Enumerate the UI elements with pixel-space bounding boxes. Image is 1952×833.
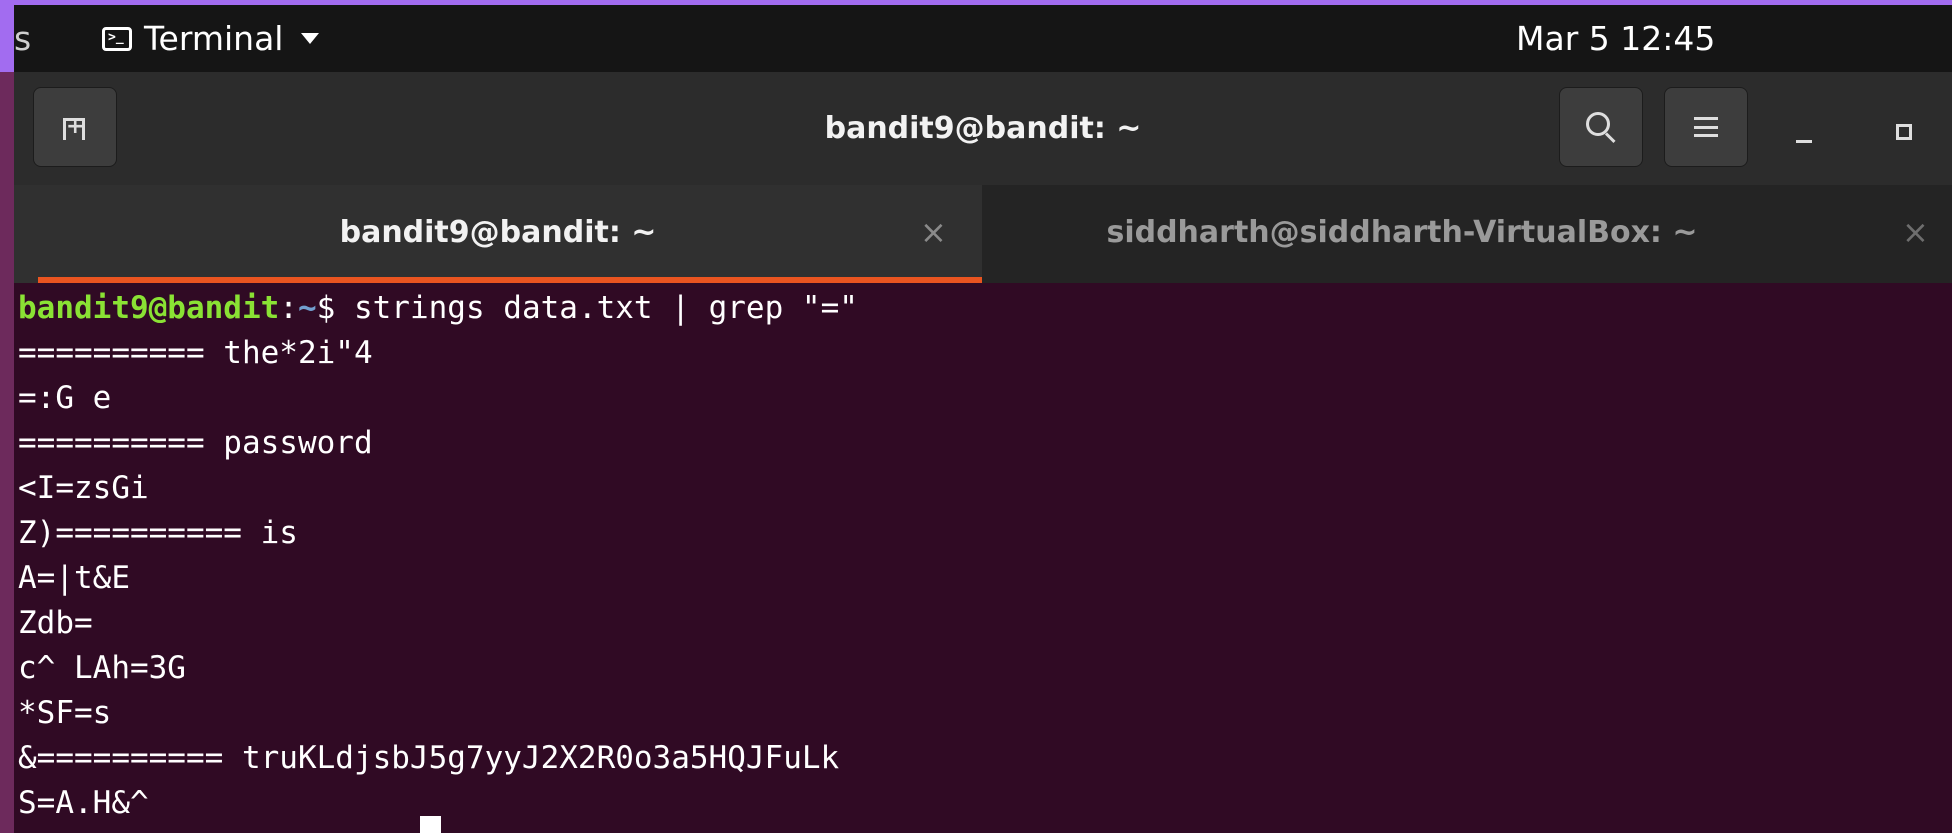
output-line: &========== truKLdjsbJ5g7yyJ2X2R0o3a5HQJ… [18,740,840,776]
app-menu-terminal[interactable]: >_ Terminal [102,5,320,72]
output-line: *SF=s [18,695,112,731]
command-text: strings data.txt | grep "=" [335,290,858,326]
maximize-icon [1896,124,1912,140]
output-line: Zdb= [18,605,93,641]
tab-label: bandit9@bandit: ~ [339,215,657,250]
hamburger-menu-icon [1694,117,1718,137]
top-panel: s >_ Terminal Mar 5 12:45 [14,5,1952,72]
minimize-icon [1796,140,1812,143]
close-icon[interactable]: × [1902,185,1929,280]
output-line: ========== password [18,425,373,461]
terminal-output[interactable]: bandit9@bandit:~$ strings data.txt | gre… [14,286,1952,833]
prompt-symbol: $ [316,290,336,326]
minimize-button[interactable] [1784,112,1824,152]
terminal-icon: >_ [102,26,132,51]
prompt-separator: : [279,290,298,326]
new-tab-icon: + [63,114,87,140]
activities-edge[interactable]: s [14,5,31,72]
chevron-down-icon [301,33,320,44]
search-button[interactable] [1559,87,1643,167]
close-icon[interactable]: × [920,185,947,280]
text-cursor [420,816,441,833]
app-menu-label: Terminal [144,19,284,58]
output-line: S=A.H&^ [18,785,149,821]
maximize-button[interactable] [1884,112,1924,152]
menu-button[interactable] [1664,87,1748,167]
search-icon [1586,112,1616,144]
output-line: Z)========== is [18,515,298,551]
window-title: bandit9@bandit: ~ [824,111,1142,146]
tab-bar: bandit9@bandit: ~ × siddharth@siddharth-… [14,185,1952,283]
tab-siddharth[interactable]: siddharth@siddharth-VirtualBox: ~ × [982,185,1952,283]
headerbar: + bandit9@bandit: ~ [14,72,1952,185]
tab-bandit9[interactable]: bandit9@bandit: ~ × [14,185,984,283]
terminal-window: + bandit9@bandit: ~ bandit9@bandit: ~ × … [14,72,1952,833]
new-tab-button[interactable]: + [33,87,117,167]
prompt-path: ~ [297,290,317,326]
active-tab-indicator [38,277,984,283]
prompt-user: bandit9@bandit [18,290,280,326]
output-line: c^ LAh=3G [18,650,186,686]
output-line: =:G e [18,380,112,416]
output-line: ========== the*2i"4 [18,335,373,371]
tab-label: siddharth@siddharth-VirtualBox: ~ [1106,215,1698,250]
window-left-edge [0,72,14,833]
clock[interactable]: Mar 5 12:45 [1516,5,1715,72]
output-line: <I=zsGi [18,470,149,506]
prompt-line: bandit9@bandit:~$ strings data.txt | gre… [18,286,858,330]
output-line: A=|t&E [18,560,130,596]
desktop: s >_ Terminal Mar 5 12:45 + bandit9@band… [0,0,1952,833]
